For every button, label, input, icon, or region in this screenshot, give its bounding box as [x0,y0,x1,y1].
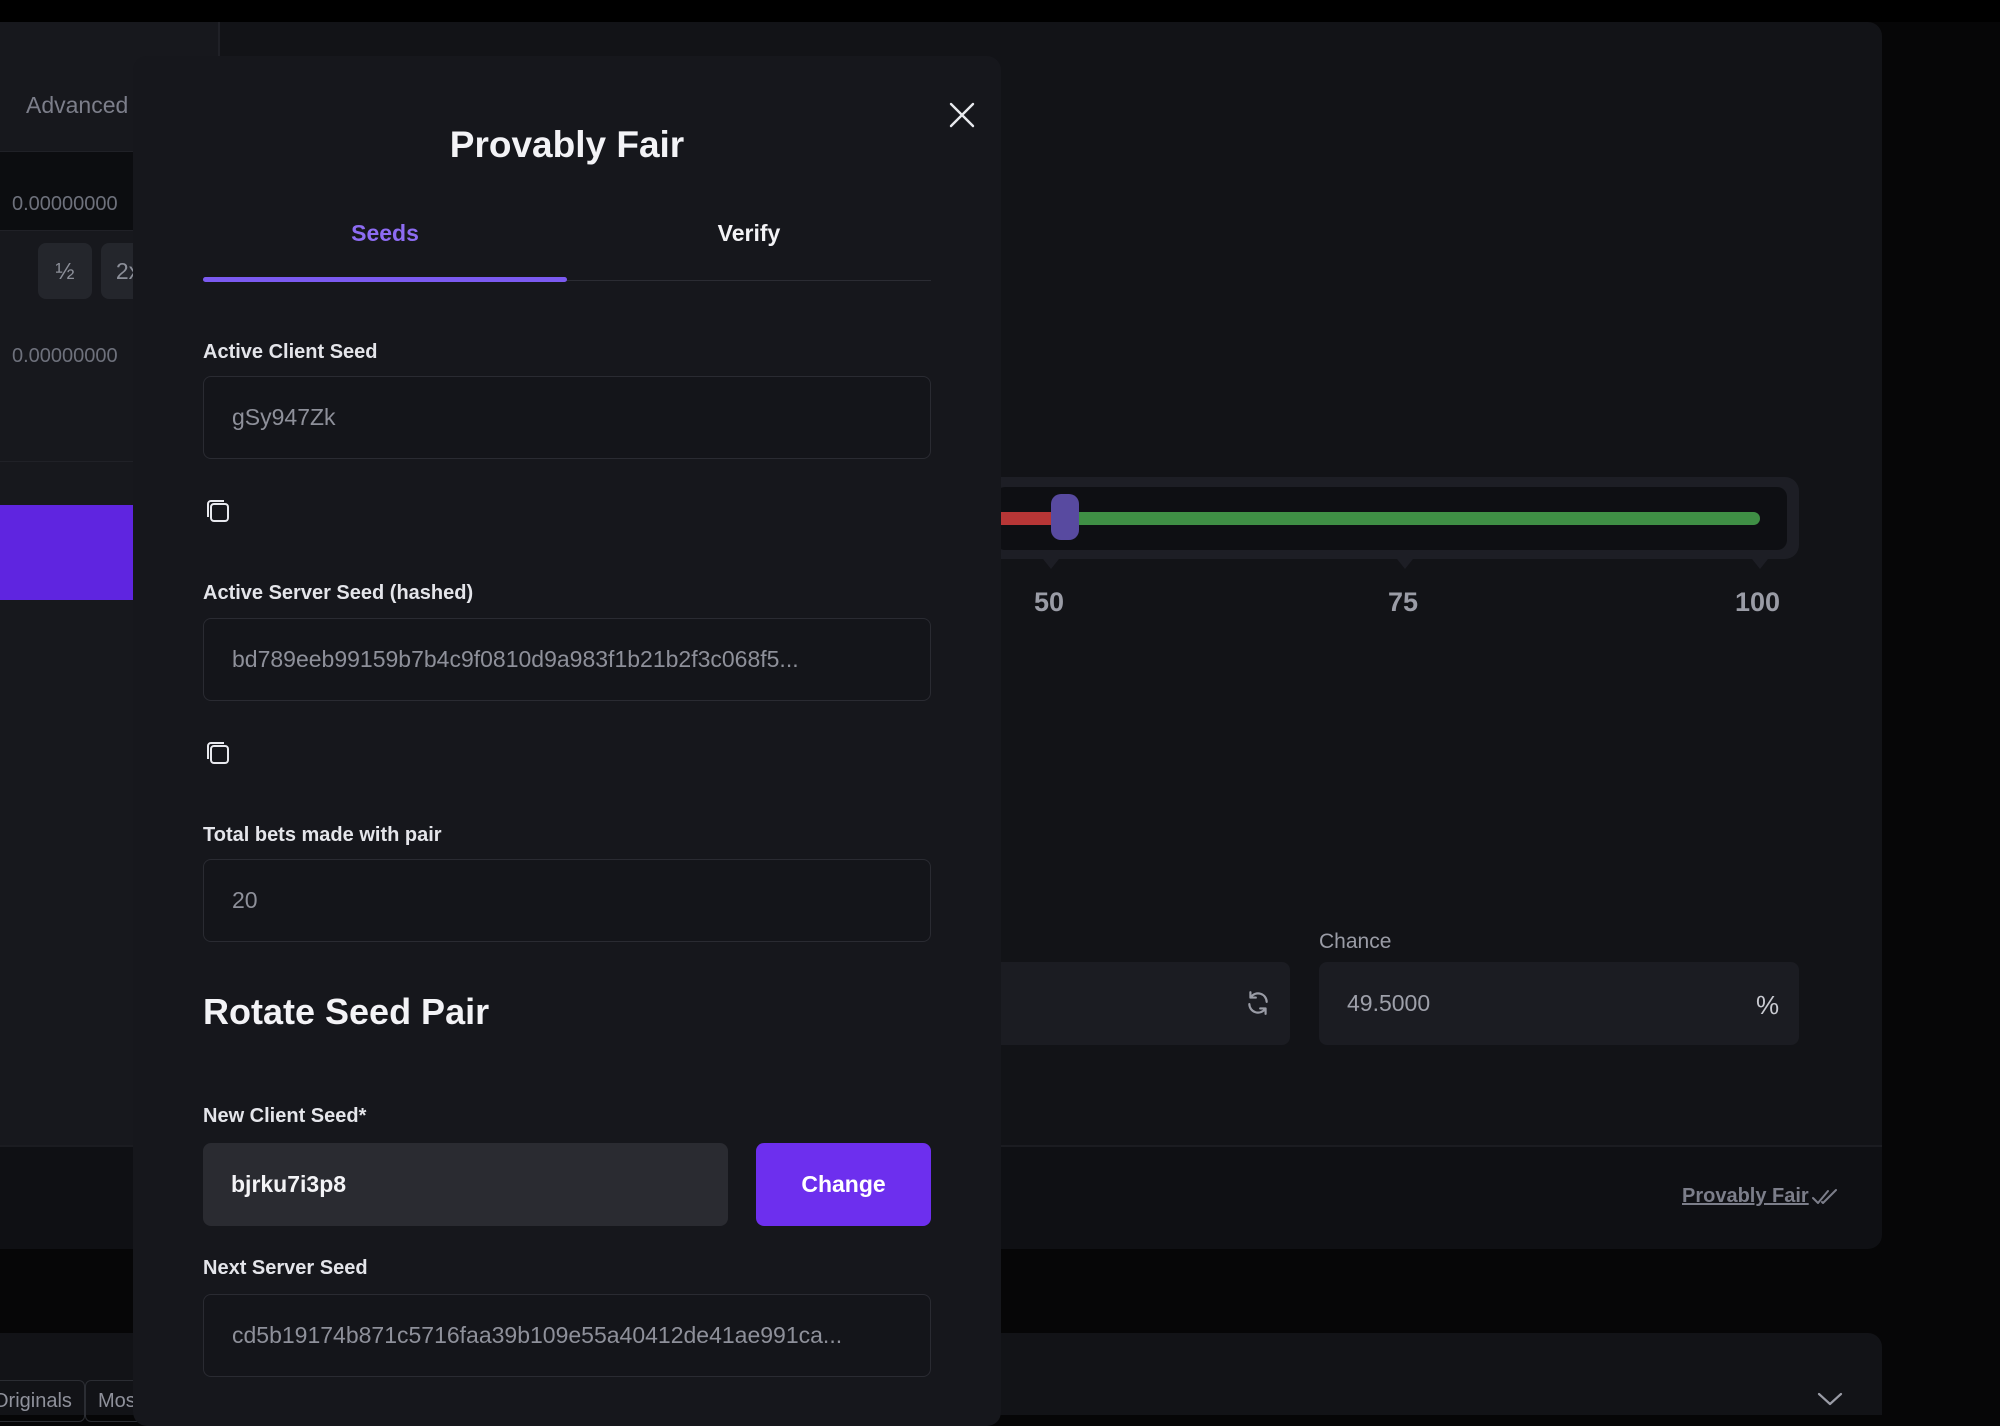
bet-amount-value[interactable]: 0.00000000 [12,193,118,216]
modal-tabs: Seeds Verify [203,201,931,280]
profit-value: 0.00000000 [12,345,118,367]
tab-seeds[interactable]: Seeds [203,201,567,265]
new-client-seed-label: New Client Seed* [203,1105,367,1127]
double-check-icon [1812,1189,1837,1204]
next-server-seed-field[interactable]: cd5b19174b871c5716faa39b109e55a40412de41… [203,1294,931,1377]
filter-originals[interactable]: Originals [0,1380,85,1422]
change-button[interactable]: Change [756,1143,931,1226]
half-button[interactable]: ½ [38,243,92,299]
close-icon[interactable] [943,96,981,134]
tick-label: 100 [1735,587,1781,617]
tick-label: 75 [1388,587,1419,617]
active-client-seed-field[interactable]: gSy947Zk [203,376,931,459]
provably-fair-link[interactable]: Provably Fair [1682,1185,1809,1208]
active-client-seed-label: Active Client Seed [203,341,378,363]
tab-advanced[interactable]: Advanced [26,92,128,119]
tick-marker [1752,559,1768,569]
tab-verify[interactable]: Verify [567,201,931,265]
total-bets-field[interactable]: 20 [203,859,931,942]
tick-marker [1043,559,1059,569]
provably-fair-modal: Provably Fair Seeds Verify Active Client… [133,56,1001,1426]
rotate-seed-pair-title: Rotate Seed Pair [203,991,490,1032]
chance-value[interactable]: 49.5000 [1347,990,1430,1017]
active-server-seed-label: Active Server Seed (hashed) [203,582,474,604]
active-server-seed-field[interactable]: bd789eeb99159b7b4c9f0810d9a983f1b21b2f3c… [203,618,931,701]
tick-marker [1397,559,1413,569]
modal-title: Provably Fair [449,124,685,165]
active-tab-indicator [203,277,567,282]
percent-suffix: % [1756,990,1780,1020]
total-bets-label: Total bets made with pair [203,824,442,846]
copy-icon[interactable] [203,496,233,526]
refresh-icon[interactable] [1245,990,1271,1016]
copy-icon[interactable] [203,738,233,768]
next-server-seed-label: Next Server Seed [203,1257,368,1279]
slider-win-range [1070,512,1760,525]
chevron-down-icon[interactable] [1817,1391,1843,1407]
slider-handle[interactable] [1051,494,1079,540]
top-bar [0,0,2000,22]
new-client-seed-input[interactable]: bjrku7i3p8 [203,1143,728,1226]
tick-label: 50 [1034,587,1065,617]
chance-label: Chance [1319,930,1392,953]
